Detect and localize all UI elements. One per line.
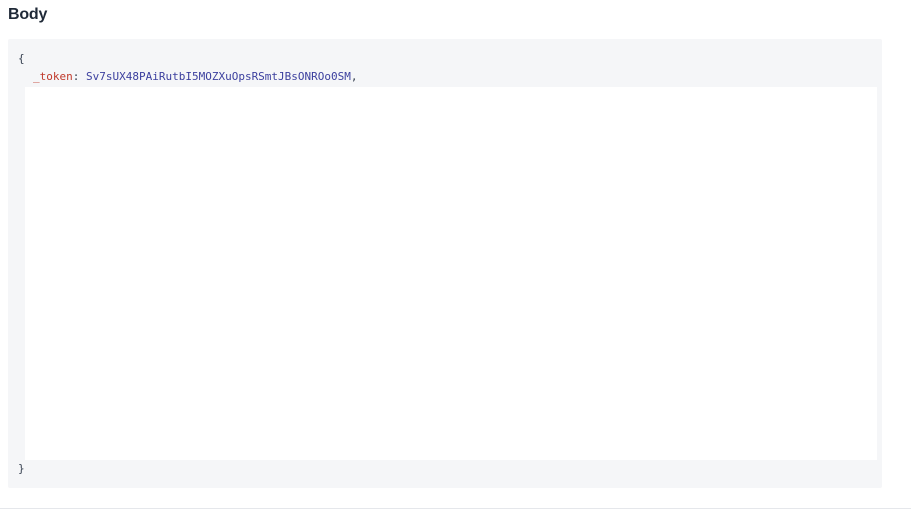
json-entry-token: _token: Sv7sUX48PAiRutbI5MOZXuOpsRSmtJBs… (33, 69, 358, 85)
json-colon: : (72, 70, 80, 83)
json-comma: , (350, 70, 358, 83)
json-key: _token (33, 70, 73, 83)
json-value: Sv7sUX48PAiRutbI5MOZXuOpsRSmtJBsONROo0SM (86, 70, 351, 83)
section-title: Body (8, 6, 48, 23)
json-code-block: { _token: Sv7sUX48PAiRutbI5MOZXuOpsRSmtJ… (8, 39, 882, 488)
request-body-panel: Body { _token: Sv7sUX48PAiRutbI5MOZXuOps… (0, 0, 911, 516)
bottom-divider (0, 508, 911, 509)
json-body-area (25, 87, 877, 460)
json-close-brace: } (18, 462, 25, 475)
json-open-brace: { (18, 52, 25, 65)
